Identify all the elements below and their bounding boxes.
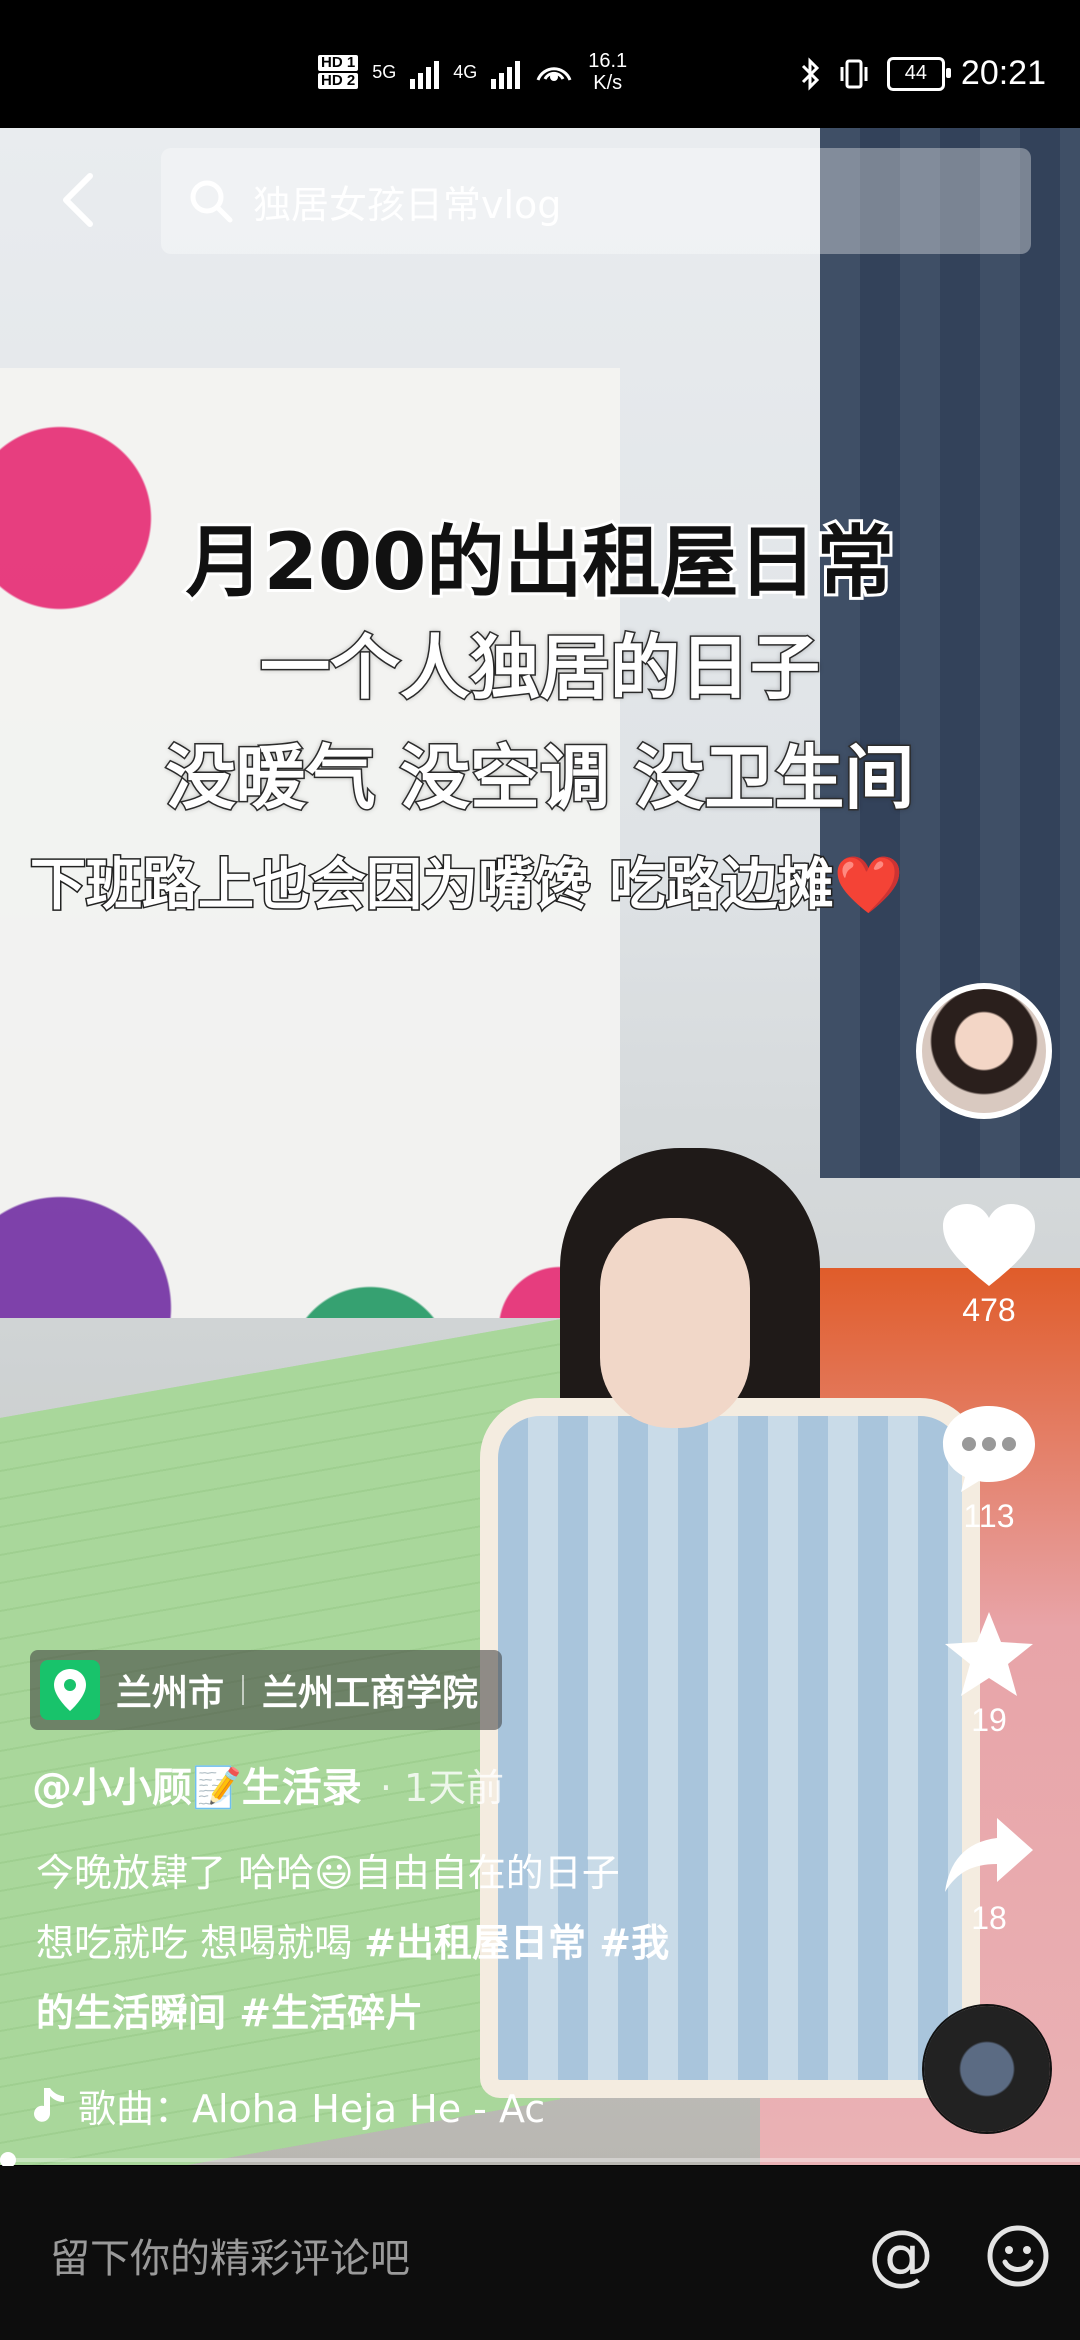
description-text-2: 想吃就吃 想喝就喝: [36, 1921, 365, 1965]
author-line: @小小顾📝生活录 · 1天前: [32, 1755, 504, 1813]
battery-icon: 44: [886, 56, 951, 91]
hashtags-2[interactable]: 的生活瞬间 #生活碎片: [36, 1978, 796, 2048]
like-count: 478: [962, 1292, 1016, 1328]
status-right: 44 20:21: [799, 54, 1046, 93]
heart-icon: [943, 1204, 1035, 1286]
comment-count: 113: [963, 1498, 1015, 1534]
hd1-badge: HD 1: [318, 55, 359, 71]
author-name[interactable]: @小小顾📝生活录: [32, 1755, 362, 1813]
network-4g-label: 4G: [453, 61, 478, 82]
vibrate-icon: [840, 59, 868, 88]
heart-emoji: ❤️: [833, 853, 904, 918]
author-avatar[interactable]: [916, 983, 1052, 1119]
bluetooth-icon: [801, 56, 820, 91]
back-button[interactable]: [54, 170, 104, 230]
search-bar[interactable]: 独居女孩日常vlog: [161, 148, 1031, 254]
chevron-left-icon: [63, 173, 93, 227]
video-progress-bar[interactable]: [0, 2152, 1080, 2168]
favorite-count: 19: [971, 1702, 1007, 1738]
hashtags-1[interactable]: #出租屋日常 #我: [364, 1921, 669, 1965]
location-place: 兰州工商学院: [262, 1673, 479, 1714]
location-tag[interactable]: 兰州市 兰州工商学院: [30, 1650, 503, 1730]
clock: 20:21: [960, 54, 1046, 92]
comment-button[interactable]: 113: [930, 1400, 1048, 1535]
person-face: [600, 1218, 750, 1428]
star-icon: [945, 1612, 1033, 1696]
search-icon: [190, 180, 233, 223]
search-query: 独居女孩日常vlog: [253, 182, 562, 227]
at-mention-icon[interactable]: @: [868, 2216, 934, 2293]
speed-unit: K/s: [593, 72, 623, 94]
hd2-badge: HD 2: [318, 73, 359, 89]
share-arrow-icon: [945, 1818, 1033, 1892]
comment-bar: 留下你的精彩评论吧 @: [0, 2166, 1080, 2340]
emoji-icon[interactable]: [986, 2224, 1050, 2288]
network-speed: 16.1 K/s: [588, 50, 627, 94]
hd-indicator: HD 1 HD 2: [318, 55, 359, 89]
song-title: 歌曲：Aloha Heja He - Ac: [78, 2087, 546, 2131]
caption-line-2: 一个人独居的日子: [259, 626, 822, 711]
song-info[interactable]: 歌曲：Aloha Heja He - Ac: [30, 2078, 545, 2133]
speed-value: 16.1: [588, 50, 628, 72]
caption-line-1: 月200的出租屋日常: [183, 515, 898, 611]
music-disc[interactable]: [924, 2006, 1050, 2132]
post-time: · 1天前: [379, 1766, 505, 1810]
hotspot-icon: [536, 67, 572, 81]
description-line-1: 今晚放肆了 哈哈😃自由自在的日子: [36, 1851, 620, 1895]
battery-level: 44: [904, 62, 928, 84]
like-button[interactable]: 478: [930, 1200, 1048, 1329]
caption-line-4: 下班路上也会因为嘴馋 吃路边摊❤️: [29, 840, 1080, 921]
video-description: 今晚放肆了 哈哈😃自由自在的日子 想吃就吃 想喝就喝 #出租屋日常 #我 的生活…: [36, 1838, 796, 2048]
location-pin-icon: [40, 1660, 100, 1720]
comment-icon: [943, 1406, 1035, 1492]
status-left: HD 1 HD 2 5G 4G 16.1 K/s: [318, 50, 627, 94]
status-bar: HD 1 HD 2 5G 4G 16.1 K/s 44 20:21: [0, 0, 1080, 128]
network-5g-label: 5G: [372, 61, 397, 82]
location-separator: [242, 1675, 245, 1705]
share-button[interactable]: 18: [930, 1812, 1048, 1937]
favorite-button[interactable]: 19: [930, 1608, 1048, 1739]
music-note-icon: [34, 2087, 64, 2122]
signal-5g-icon: [410, 55, 440, 89]
share-count: 18: [971, 1900, 1007, 1936]
comment-input[interactable]: 留下你的精彩评论吧: [50, 2226, 410, 2284]
caption-line-3: 没暖气 没空调 没卫生间: [164, 736, 916, 821]
description-line-2: 想吃就吃 想喝就喝 #出租屋日常 #我: [36, 1908, 796, 1978]
location-city: 兰州市: [116, 1673, 225, 1714]
signal-4g-icon: [491, 55, 521, 89]
caption-line-4-text: 下班路上也会因为嘴馋 吃路边摊: [29, 852, 835, 920]
